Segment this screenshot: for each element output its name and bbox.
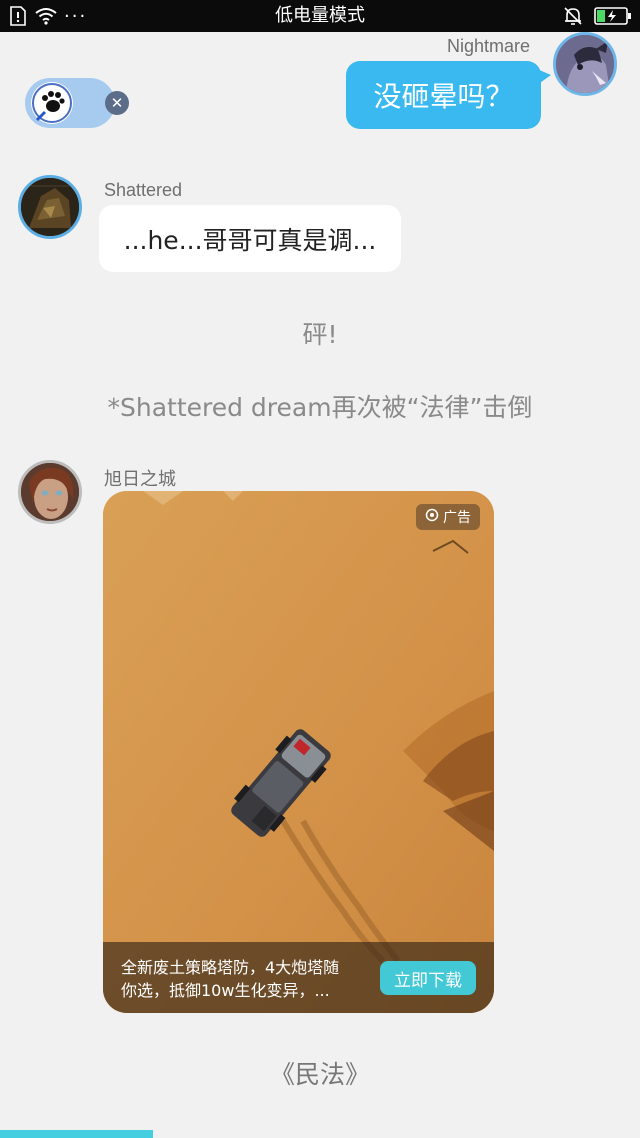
battery-charging-icon (594, 0, 632, 32)
status-bar: ··· 低电量模式 (0, 0, 640, 32)
ad-description-line2: 你选，抵御10w生化变异，... (121, 981, 330, 1000)
ad-badge: 广告 (416, 504, 480, 530)
sender-name-ad: 旭日之城 (104, 469, 176, 489)
message-bubble-shattered[interactable]: ...he...哥哥可真是调... (99, 205, 401, 272)
ad-description-line1: 全新废土策略塔防，4大炮塔随 (121, 958, 340, 977)
narration-bang: 砰! (302, 320, 338, 349)
narration-civil-law: 《民法》 (269, 1060, 370, 1089)
status-title: 低电量模式 (275, 5, 365, 26)
target-icon (425, 508, 439, 526)
floating-paw-widget[interactable]: ✕ (25, 78, 129, 128)
ad-image (103, 491, 494, 1013)
message-text: 没砸晕吗？ (373, 80, 514, 113)
ad-caption-bar: 全新废土策略塔防，4大炮塔随 你选，抵御10w生化变异，... 立即下载 (103, 942, 494, 1013)
message-text: ...he...哥哥可真是调... (123, 225, 377, 255)
avatar-shattered[interactable] (18, 175, 82, 239)
avatar-nightmare[interactable] (553, 32, 617, 96)
ad-card[interactable]: 广告 全新废土策略塔防，4大炮塔随 你选，抵御10w生化变异，... 立即下载 (103, 491, 494, 1013)
ad-description: 全新废土策略塔防，4大炮塔随 你选，抵御10w生化变异，... (121, 956, 366, 1002)
bottom-progress-bar (0, 1130, 153, 1138)
mute-bell-icon (562, 0, 584, 32)
paw-icon[interactable] (31, 82, 73, 124)
ad-badge-label: 广告 (443, 510, 471, 526)
sender-name-shattered: Shattered (104, 180, 183, 200)
close-icon[interactable]: ✕ (105, 91, 129, 115)
narration-knockdown: *Shattered dream再次被“法律”击倒 (107, 393, 533, 422)
message-bubble-nightmare[interactable]: 没砸晕吗？ (346, 61, 551, 129)
bubble-tail (537, 69, 551, 85)
download-now-button[interactable]: 立即下载 (380, 961, 476, 995)
sender-name-nightmare: Nightmare (447, 36, 531, 56)
avatar-ad-sender[interactable] (18, 460, 82, 524)
